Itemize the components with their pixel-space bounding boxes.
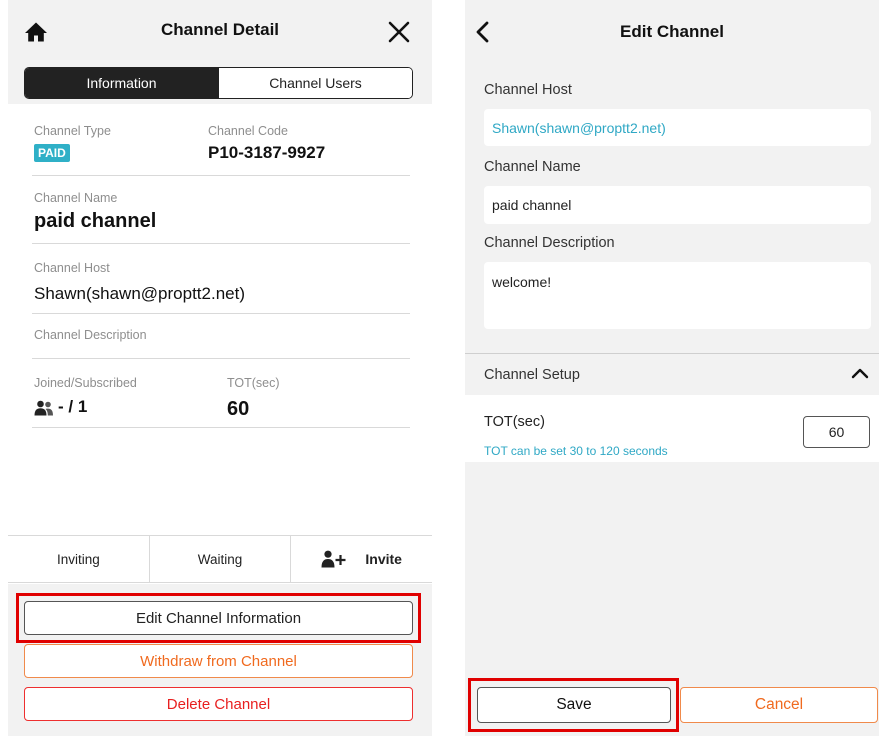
tab-channel-users[interactable]: Channel Users	[218, 68, 412, 98]
tot-label: TOT(sec)	[227, 376, 280, 390]
divider	[32, 175, 410, 176]
channel-name-input[interactable]: paid channel	[484, 186, 871, 224]
channel-description-input[interactable]: welcome!	[484, 262, 871, 329]
save-button[interactable]: Save	[477, 687, 671, 723]
tot-hint: TOT can be set 30 to 120 seconds	[484, 444, 668, 458]
invite-button[interactable]: Invite	[290, 536, 432, 582]
page-title: Channel Detail	[160, 20, 280, 39]
edit-channel-information-button[interactable]: Edit Channel Information	[24, 601, 413, 635]
divider	[32, 358, 410, 359]
tot-label: TOT(sec)	[484, 414, 545, 430]
channel-description-label: Channel Description	[34, 328, 147, 342]
channel-detail-header: Channel Detail Information Channel Users	[8, 0, 432, 104]
close-icon[interactable]	[387, 20, 411, 44]
withdraw-from-channel-button[interactable]: Withdraw from Channel	[24, 644, 413, 678]
channel-type-badge: PAID	[34, 144, 70, 162]
channel-description-label: Channel Description	[484, 235, 615, 251]
tab-inviting[interactable]: Inviting	[8, 536, 149, 582]
cancel-button[interactable]: Cancel	[680, 687, 878, 723]
channel-setup-toggle[interactable]: Channel Setup	[465, 353, 879, 395]
segmented-control: Information Channel Users	[24, 67, 413, 99]
channel-host-value: Shawn(shawn@proptt2.net)	[34, 284, 245, 303]
invite-label: Invite	[365, 551, 402, 567]
channel-name-value: paid channel	[34, 210, 157, 232]
channel-setup-panel: TOT(sec) TOT can be set 30 to 120 second…	[465, 395, 879, 462]
add-user-icon	[321, 550, 346, 568]
channel-type-label: Channel Type	[34, 124, 111, 138]
chevron-up-icon[interactable]	[851, 367, 869, 379]
channel-host-label: Channel Host	[34, 261, 110, 275]
tab-waiting[interactable]: Waiting	[148, 536, 291, 582]
divider	[32, 243, 410, 244]
tab-information[interactable]: Information	[25, 68, 218, 98]
channel-setup-label: Channel Setup	[484, 366, 580, 383]
joined-subscribed-value: - / 1	[58, 397, 88, 416]
users-icon	[34, 400, 53, 416]
channel-code-value: P10-3187-9927	[208, 143, 326, 162]
joined-subscribed-label: Joined/Subscribed	[34, 376, 137, 390]
channel-host-field[interactable]: Shawn(shawn@proptt2.net)	[484, 109, 871, 146]
channel-code-label: Channel Code	[208, 124, 288, 138]
action-footer: Edit Channel Information Withdraw from C…	[8, 584, 432, 736]
tot-input[interactable]: 60	[803, 416, 870, 448]
user-tab-bar: Inviting Waiting Invite	[8, 535, 432, 583]
divider	[32, 313, 410, 314]
channel-name-label: Channel Name	[34, 191, 118, 205]
channel-name-label: Channel Name	[484, 159, 581, 175]
edit-channel-screen: Edit Channel Channel Host Shawn(shawn@pr…	[465, 0, 879, 736]
channel-detail-screen: Channel Detail Information Channel Users…	[8, 0, 432, 736]
channel-host-label: Channel Host	[484, 82, 572, 98]
page-title: Edit Channel	[620, 22, 724, 41]
delete-channel-button[interactable]: Delete Channel	[24, 687, 413, 721]
divider	[32, 427, 410, 428]
tot-value: 60	[227, 398, 250, 420]
